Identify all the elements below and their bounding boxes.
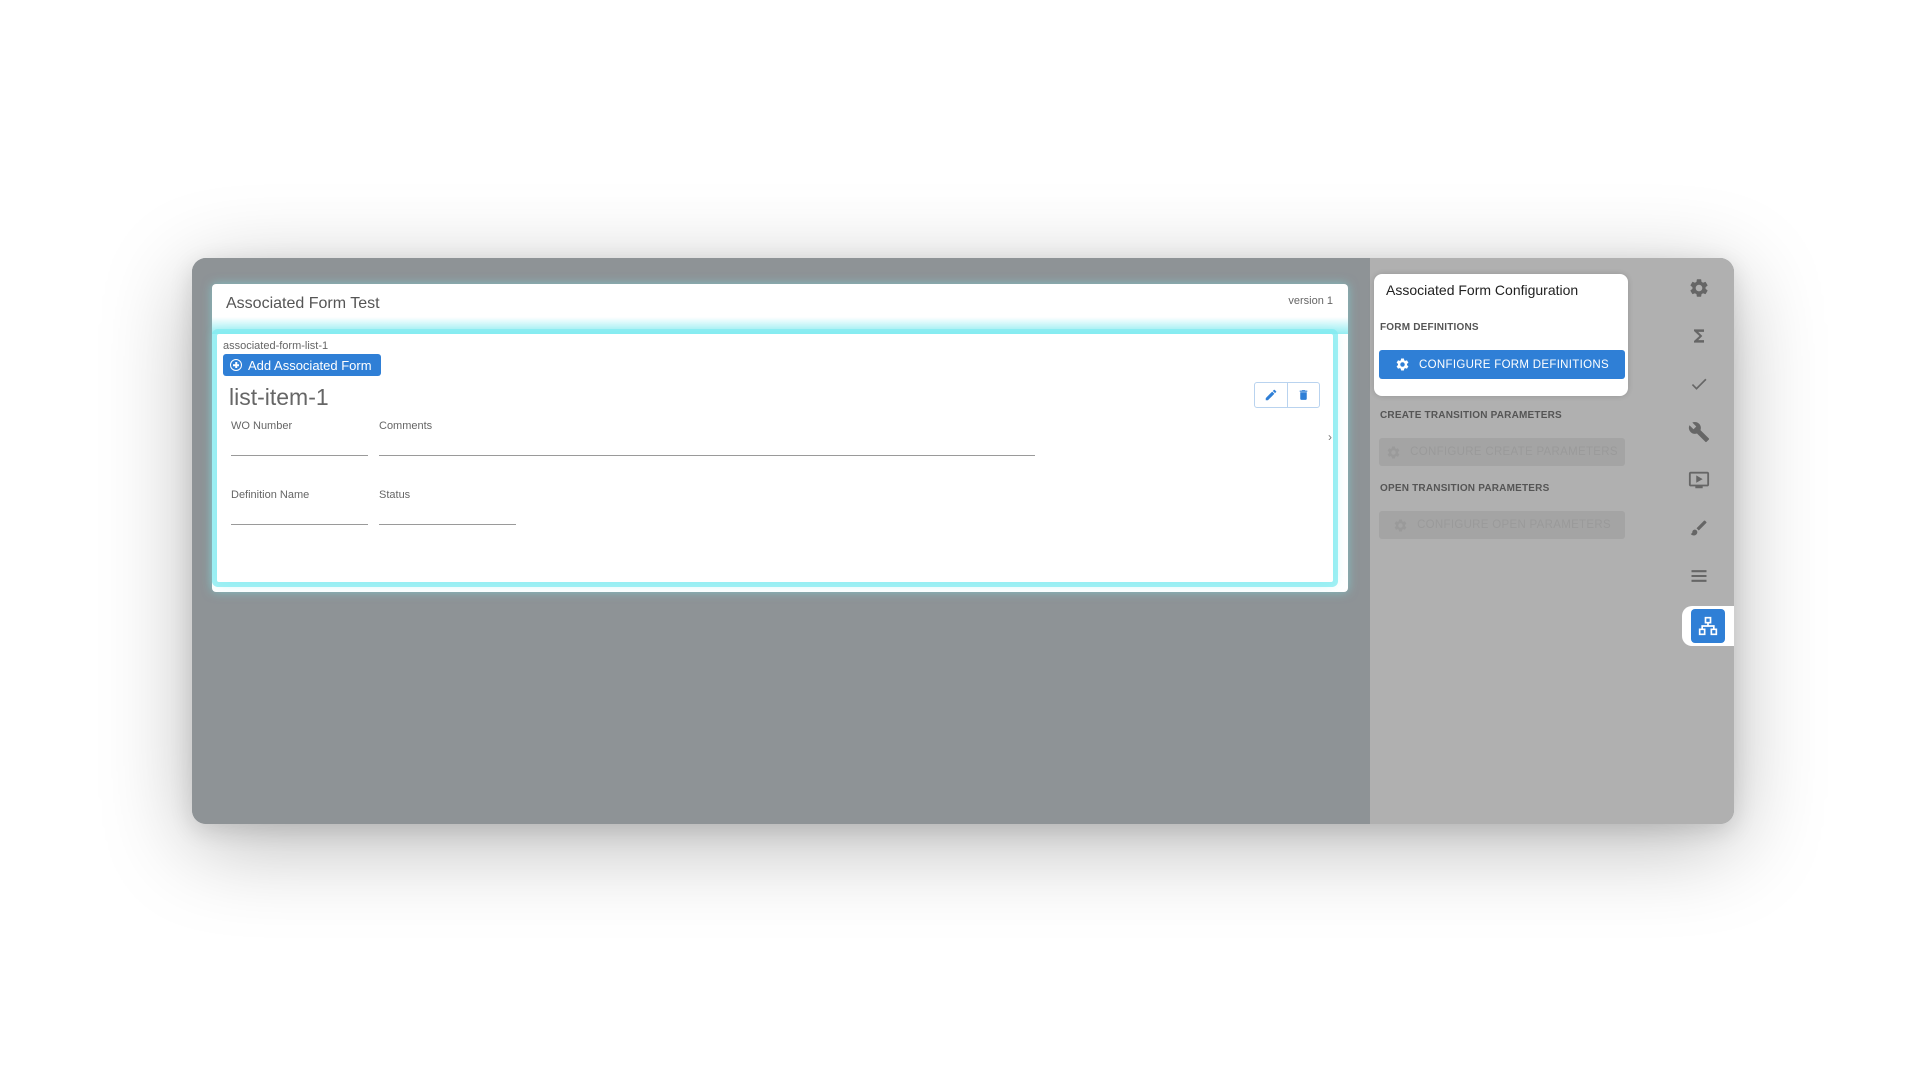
gear-icon <box>1387 446 1400 458</box>
form-card: Associated Form Test version 1 associate… <box>212 284 1348 592</box>
chevron-right-icon[interactable]: › <box>1328 430 1332 444</box>
wo-number-field[interactable]: WO Number <box>231 420 368 456</box>
comments-field[interactable]: Comments <box>379 420 1035 456</box>
definition-name-label: Definition Name <box>231 489 310 501</box>
tool-associated-forms[interactable] <box>1682 606 1734 646</box>
configure-create-parameters-button[interactable]: CONFIGURE CREATE PARAMETERS <box>1379 438 1625 466</box>
wrench-icon <box>1688 422 1710 443</box>
form-definitions-label: FORM DEFINITIONS <box>1380 322 1479 333</box>
wo-number-label: WO Number <box>231 420 293 432</box>
hierarchy-icon <box>1698 616 1718 636</box>
item-actions <box>1254 382 1320 408</box>
configure-open-parameters-label: CONFIGURE OPEN PARAMETERS <box>1417 519 1611 531</box>
tool-style[interactable] <box>1676 510 1722 546</box>
pencil-icon <box>1265 389 1277 401</box>
definition-name-field[interactable]: Definition Name <box>231 489 368 525</box>
list-icon <box>1691 570 1707 582</box>
add-associated-form-button[interactable]: Add Associated Form <box>223 354 381 376</box>
tool-preview[interactable] <box>1676 462 1722 498</box>
list-item-title: list-item-1 <box>229 384 329 410</box>
delete-button[interactable] <box>1286 383 1320 407</box>
list-id-label: associated-form-list-1 <box>223 340 329 352</box>
tool-calculations[interactable] <box>1676 318 1722 354</box>
brush-icon <box>1690 520 1707 536</box>
configure-form-definitions-button[interactable]: CONFIGURE FORM DEFINITIONS <box>1379 350 1625 379</box>
trash-icon <box>1299 390 1308 400</box>
tool-build[interactable] <box>1676 414 1722 450</box>
form-canvas: Associated Form Test version 1 associate… <box>192 258 1370 824</box>
tool-rail <box>1668 258 1734 824</box>
tool-validation[interactable] <box>1676 366 1722 402</box>
config-title: Associated Form Configuration <box>1386 282 1579 298</box>
add-associated-form-label: Add Associated Form <box>248 357 372 373</box>
form-version: version 1 <box>1288 295 1333 307</box>
comments-label: Comments <box>379 420 433 432</box>
config-panel: Associated Form Configuration FORM DEFIN… <box>1370 258 1668 824</box>
sigma-icon <box>1694 329 1704 343</box>
add-circle-icon <box>230 359 242 371</box>
status-field[interactable]: Status <box>379 489 516 525</box>
edit-button[interactable] <box>1255 383 1287 407</box>
app-window: Associated Form Test version 1 associate… <box>192 258 1734 824</box>
play-icon <box>1688 471 1710 489</box>
create-transition-label: CREATE TRANSITION PARAMETERS <box>1380 410 1562 421</box>
status-label: Status <box>379 489 411 501</box>
tool-list[interactable] <box>1676 558 1722 594</box>
open-transition-label: OPEN TRANSITION PARAMETERS <box>1380 483 1550 494</box>
gear-icon <box>1396 358 1409 371</box>
associated-form-list[interactable]: associated-form-list-1 Add Associated Fo… <box>217 334 1333 582</box>
config-card: Associated Form Configuration FORM DEFIN… <box>1374 274 1628 396</box>
tool-settings[interactable] <box>1676 270 1722 306</box>
form-title: Associated Form Test <box>226 295 380 312</box>
gear-icon <box>1394 519 1407 531</box>
check-icon <box>1691 378 1707 390</box>
selection-highlight <box>212 317 1348 334</box>
gear-icon <box>1690 279 1708 297</box>
configure-open-parameters-button[interactable]: CONFIGURE OPEN PARAMETERS <box>1379 511 1625 539</box>
configure-create-parameters-label: CONFIGURE CREATE PARAMETERS <box>1410 446 1618 458</box>
configure-form-definitions-label: CONFIGURE FORM DEFINITIONS <box>1419 358 1609 371</box>
